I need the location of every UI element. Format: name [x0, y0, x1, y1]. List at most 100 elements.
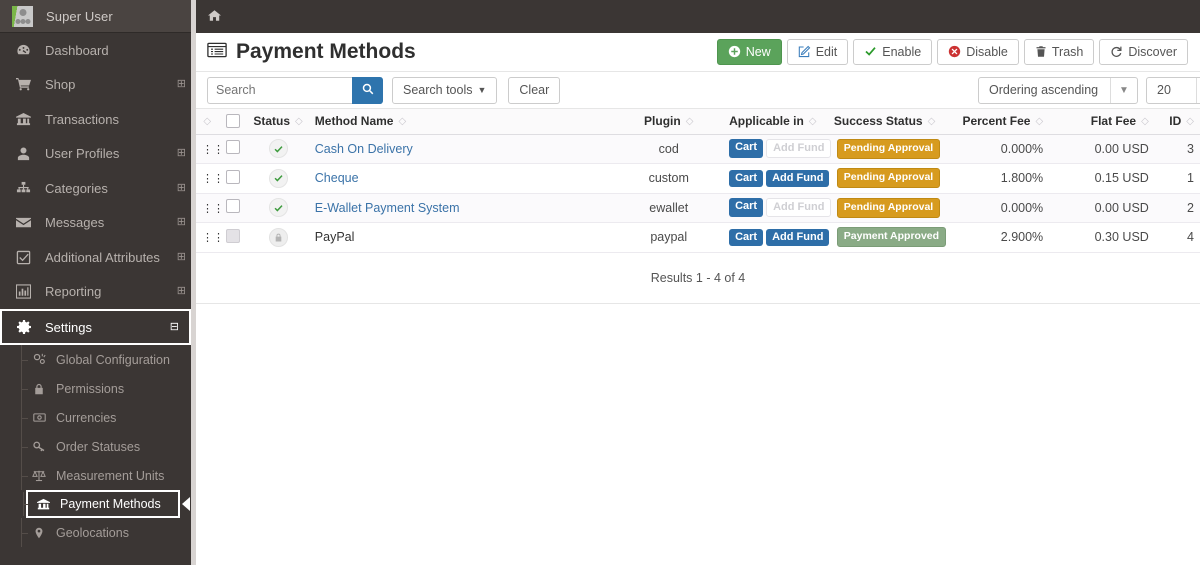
- method-name-link[interactable]: Cheque: [315, 171, 359, 185]
- row-drag-handle[interactable]: ⋮⋮: [196, 193, 224, 223]
- column-header-applicable-in[interactable]: Applicable in ◇: [723, 109, 831, 135]
- sort-icon[interactable]: ◇: [295, 116, 303, 127]
- new-button[interactable]: New: [716, 39, 782, 65]
- applicable-pill-1[interactable]: Add Fund: [766, 139, 832, 159]
- column-header-plugin[interactable]: Plugin ◇: [614, 109, 724, 135]
- sidebar-item-global-configuration[interactable]: Global Configuration: [0, 345, 196, 374]
- expander-icon[interactable]: ⊞: [177, 79, 186, 90]
- sort-icon[interactable]: ◇: [1035, 116, 1043, 127]
- column-header-id[interactable]: ID ◇: [1154, 109, 1200, 135]
- applicable-pill-1[interactable]: Add Fund: [766, 228, 830, 246]
- row-checkbox[interactable]: [225, 199, 240, 214]
- sort-icon[interactable]: ◇: [809, 116, 817, 127]
- table-row[interactable]: ⋮⋮ PayPal paypal Cart Add Fund Payment Approv…: [196, 222, 1200, 253]
- expander-icon[interactable]: ⊞: [177, 251, 186, 263]
- column-header-percent-fee[interactable]: Percent Fee ◇: [938, 109, 1050, 135]
- sort-icon[interactable]: ◇: [686, 116, 694, 127]
- row-status-cell[interactable]: [247, 163, 309, 194]
- table-row[interactable]: ⋮⋮ E-Wallet Payment System ewallet Cart Add …: [196, 193, 1200, 223]
- column-header-select-all[interactable]: [218, 109, 248, 135]
- status-badge: Pending Approval: [836, 168, 941, 189]
- row-drag-handle[interactable]: ⋮⋮: [196, 222, 224, 253]
- table-row[interactable]: ⋮⋮ Cash On Delivery cod Cart Add Fund Pending…: [196, 134, 1200, 164]
- applicable-pill-0[interactable]: Cart: [729, 139, 764, 159]
- sidebar-item-settings[interactable]: Settings ⊟: [0, 309, 191, 345]
- column-header-method-name[interactable]: Method Name ◇: [308, 109, 615, 135]
- expander-icon[interactable]: ⊞: [177, 217, 186, 228]
- sidebar-item-categories[interactable]: Categories ⊞: [0, 171, 196, 206]
- row-checkbox[interactable]: [225, 140, 240, 155]
- sidebar-item-payment-methods[interactable]: Payment Methods: [23, 490, 180, 518]
- row-method-name-cell[interactable]: PayPal: [308, 222, 615, 253]
- applicable-pill-0[interactable]: Cart: [729, 169, 764, 187]
- drag-dots-icon[interactable]: ⋮⋮: [202, 232, 224, 244]
- expander-icon[interactable]: ⊞: [177, 182, 186, 194]
- row-drag-handle[interactable]: ⋮⋮: [196, 163, 224, 194]
- row-method-name-cell[interactable]: Cheque: [308, 163, 615, 194]
- drag-dots-icon[interactable]: ⋮⋮: [202, 144, 224, 156]
- column-header-success-status[interactable]: Success Status ◇: [830, 109, 939, 135]
- sidebar-item-measurement-units[interactable]: Measurement Units: [0, 461, 196, 490]
- row-drag-handle[interactable]: ⋮⋮: [196, 134, 224, 164]
- row-status-cell[interactable]: [247, 193, 309, 223]
- sidebar-item-additional-attributes[interactable]: Additional Attributes ⊞: [0, 240, 196, 275]
- sort-icon[interactable]: ◇: [1141, 116, 1149, 127]
- method-name-link[interactable]: Cash On Delivery: [315, 142, 413, 156]
- lock-icon[interactable]: [268, 227, 288, 247]
- method-name-link[interactable]: E-Wallet Payment System: [315, 201, 460, 215]
- trash-button[interactable]: Trash: [1023, 39, 1095, 65]
- row-checkbox[interactable]: [225, 169, 240, 184]
- sidebar-item-dashboard[interactable]: Dashboard: [0, 33, 196, 68]
- collapse-icon[interactable]: ⊟: [170, 321, 179, 333]
- chevron-down-icon: ▼: [1196, 77, 1200, 103]
- sort-icon[interactable]: ◇: [928, 116, 936, 127]
- sidebar-item-currencies[interactable]: Currencies: [0, 403, 196, 432]
- sidebar-item-shop[interactable]: Shop ⊞: [0, 68, 196, 103]
- column-header-status[interactable]: Status ◇: [247, 109, 309, 135]
- search-button[interactable]: [352, 76, 383, 104]
- expander-icon[interactable]: ⊞: [177, 148, 186, 159]
- applicable-pill-1[interactable]: Add Fund: [766, 198, 832, 218]
- row-method-name-cell[interactable]: Cash On Delivery: [308, 134, 615, 164]
- search-input[interactable]: [207, 76, 352, 104]
- check-circle-icon[interactable]: [268, 139, 288, 159]
- sidebar-item-order-statuses[interactable]: Order Statuses: [0, 432, 196, 461]
- column-header-flat-fee[interactable]: Flat Fee ◇: [1049, 109, 1155, 135]
- scale-icon: [30, 468, 48, 483]
- applicable-pill-0[interactable]: Cart: [729, 198, 764, 218]
- column-header-drag[interactable]: ◇: [196, 109, 219, 135]
- row-checkbox: [225, 228, 240, 243]
- drag-dots-icon[interactable]: ⋮⋮: [202, 203, 224, 215]
- sidebar-item-transactions[interactable]: Transactions: [0, 102, 196, 137]
- row-status-cell[interactable]: [247, 134, 309, 164]
- applicable-pill-1[interactable]: Add Fund: [766, 169, 830, 187]
- check-circle-icon[interactable]: [268, 198, 288, 218]
- row-status-cell[interactable]: [247, 222, 309, 253]
- search-tools-button[interactable]: Search tools ▼: [392, 76, 498, 104]
- sidebar-user[interactable]: Super User: [0, 0, 196, 33]
- check-circle-icon[interactable]: [268, 168, 288, 188]
- expander-icon[interactable]: ⊞: [177, 286, 186, 297]
- sort-icon[interactable]: ◇: [1186, 116, 1194, 127]
- disable-button[interactable]: Disable: [937, 39, 1019, 65]
- applicable-pill-0[interactable]: Cart: [729, 228, 764, 246]
- edit-button[interactable]: Edit: [786, 39, 849, 65]
- clear-button[interactable]: Clear: [508, 76, 561, 104]
- sidebar-item-messages[interactable]: Messages ⊞: [0, 206, 196, 241]
- page-size-select[interactable]: 20 ▼: [1146, 76, 1200, 104]
- sidebar-item-geolocations[interactable]: Geolocations: [0, 518, 196, 547]
- sidebar-item-permissions[interactable]: Permissions: [0, 374, 196, 403]
- sidebar-item-user-profiles[interactable]: User Profiles ⊞: [0, 137, 196, 172]
- home-icon[interactable]: [208, 9, 221, 25]
- select-all-checkbox[interactable]: [225, 114, 240, 129]
- row-method-name-cell[interactable]: E-Wallet Payment System: [308, 193, 615, 223]
- row-plugin-cell: cod: [614, 134, 724, 164]
- enable-button[interactable]: Enable: [853, 39, 933, 65]
- sort-icon[interactable]: ◇: [203, 116, 211, 127]
- table-row[interactable]: ⋮⋮ Cheque custom Cart Add Fund Pending Approv…: [196, 163, 1200, 194]
- drag-dots-icon[interactable]: ⋮⋮: [202, 173, 224, 185]
- sort-icon[interactable]: ◇: [398, 116, 406, 127]
- ordering-select[interactable]: Ordering ascending ▼: [978, 76, 1138, 104]
- sidebar-item-reporting[interactable]: Reporting ⊞: [0, 275, 196, 310]
- discover-button[interactable]: Discover: [1099, 39, 1188, 65]
